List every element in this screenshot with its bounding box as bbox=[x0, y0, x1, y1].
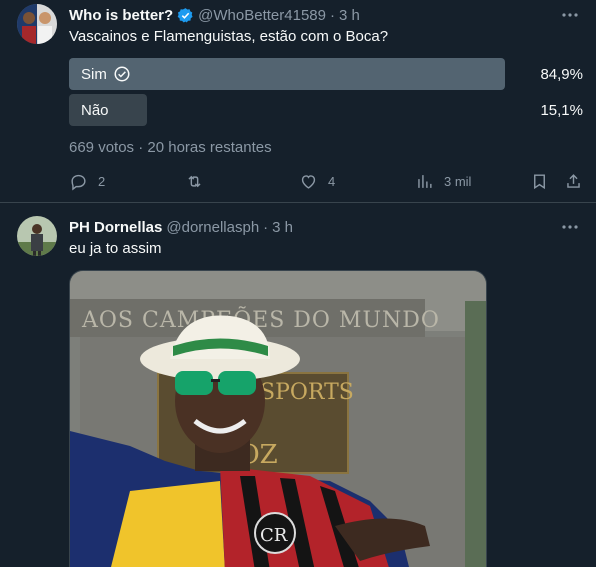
timestamp[interactable]: 3 h bbox=[272, 219, 293, 236]
avatar-image bbox=[17, 216, 57, 256]
retweet-button[interactable] bbox=[185, 170, 214, 192]
plaque-text: AOS CAMPEÕES DO MUNDO bbox=[81, 305, 440, 333]
tweet-text: eu ja to assim bbox=[69, 240, 162, 257]
separator-dot: · bbox=[329, 6, 335, 24]
poll-meta: 669 votos · 20 horas restantes bbox=[69, 139, 272, 156]
retweet-icon bbox=[188, 175, 201, 187]
reply-button[interactable]: 2 bbox=[69, 170, 105, 192]
bookmark-icon bbox=[534, 173, 545, 189]
poll-option-percent: 84,9% bbox=[540, 65, 583, 83]
more-options-icon[interactable] bbox=[560, 217, 580, 237]
avatar-image bbox=[17, 4, 57, 44]
share-icon bbox=[567, 173, 580, 188]
poll-option-label: Sim bbox=[81, 58, 131, 90]
verified-badge-icon bbox=[177, 7, 193, 22]
tweet-photo[interactable]: AOS CAMPEÕES DO MUNDO SPORTS VOZ CR bbox=[69, 270, 487, 567]
svg-text:CR: CR bbox=[260, 525, 288, 546]
poll-option-percent: 15,1% bbox=[540, 101, 583, 119]
views-count: 3 mil bbox=[444, 173, 472, 189]
like-button[interactable]: 4 bbox=[299, 170, 335, 192]
separator-dot: · bbox=[263, 218, 269, 236]
author-name[interactable]: PH Dornellas bbox=[69, 219, 162, 236]
reply-icon bbox=[71, 174, 86, 190]
check-circle-icon bbox=[114, 66, 130, 82]
views-button[interactable]: 3 mil bbox=[415, 170, 471, 192]
tweet-actions: 2 4 3 mil bbox=[69, 170, 584, 192]
sign-text: SPORTS bbox=[260, 380, 354, 405]
tweet-header: PH Dornellas @dornellasph · 3 h bbox=[69, 217, 293, 237]
avatar[interactable] bbox=[17, 216, 57, 256]
poll-option-label: Não bbox=[81, 101, 109, 119]
tweet-header: Who is better? @WhoBetter41589 · 3 h bbox=[69, 5, 360, 25]
views-chart-icon bbox=[418, 174, 432, 188]
tweet-text: Vascainos e Flamenguistas, estão com o B… bbox=[69, 28, 389, 45]
author-handle[interactable]: @dornellasph bbox=[166, 219, 259, 236]
poll-option-sim[interactable]: Sim 84,9% bbox=[69, 58, 589, 90]
avatar[interactable] bbox=[17, 4, 57, 44]
author-name[interactable]: Who is better? bbox=[69, 7, 173, 24]
timestamp[interactable]: 3 h bbox=[339, 7, 360, 24]
tweet-poll[interactable]: Who is better? @WhoBetter41589 · 3 h Vas… bbox=[0, 0, 596, 203]
tweet-media[interactable]: PH Dornellas @dornellasph · 3 h eu ja to… bbox=[0, 203, 596, 567]
poll-votes: 669 votos bbox=[69, 139, 135, 156]
poll-bar bbox=[69, 58, 505, 90]
poll-option-nao[interactable]: Não 15,1% bbox=[69, 94, 589, 126]
photo-man-in-flamengo-boca-shirt: AOS CAMPEÕES DO MUNDO SPORTS VOZ CR bbox=[70, 271, 486, 567]
more-options-icon[interactable] bbox=[560, 5, 580, 25]
heart-icon bbox=[301, 174, 316, 189]
bookmark-button[interactable] bbox=[530, 170, 549, 192]
like-count: 4 bbox=[328, 173, 336, 189]
separator-dot: · bbox=[138, 139, 144, 156]
poll-remaining: 20 horas restantes bbox=[147, 139, 272, 156]
share-button[interactable] bbox=[564, 170, 583, 192]
author-handle[interactable]: @WhoBetter41589 bbox=[198, 7, 326, 24]
reply-count: 2 bbox=[98, 173, 106, 189]
